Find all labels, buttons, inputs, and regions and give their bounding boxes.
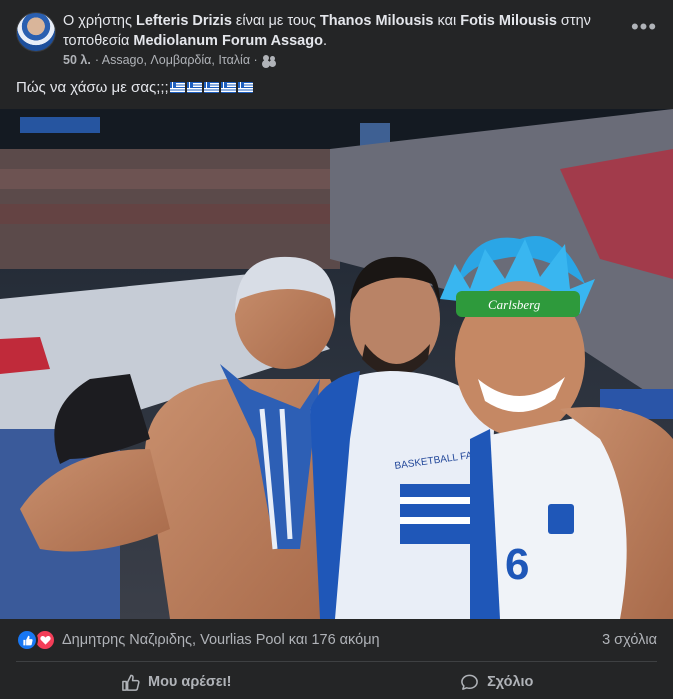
greece-flag-icon bbox=[237, 82, 253, 93]
reaction-icons[interactable] bbox=[16, 629, 56, 651]
headband-brand: Carlsberg bbox=[488, 297, 541, 312]
crowd-row bbox=[0, 204, 340, 224]
jersey-number: 6 bbox=[505, 540, 529, 589]
post-message-text: Πώς να χάσω με σας;;; bbox=[16, 79, 169, 96]
crowd-row bbox=[0, 169, 340, 189]
selfie-photo-illustration: BASKETBALL FAN Carlsberg 6 bbox=[0, 109, 673, 619]
author-avatar[interactable] bbox=[16, 12, 56, 52]
jersey-badge bbox=[548, 504, 574, 534]
friend-link-2[interactable]: Fotis Milousis bbox=[460, 13, 557, 29]
greece-flag-icon bbox=[169, 82, 185, 93]
actions-divider bbox=[16, 661, 657, 662]
friends-icon[interactable] bbox=[262, 54, 276, 66]
location-link[interactable]: Mediolanum Forum Assago bbox=[133, 33, 323, 49]
header-prefix: Ο χρήστης bbox=[63, 13, 136, 29]
greece-flag-icon bbox=[220, 82, 236, 93]
post-photo[interactable]: BASKETBALL FAN Carlsberg 6 bbox=[0, 109, 673, 619]
comments-count-link[interactable]: 3 σχόλια bbox=[602, 632, 657, 648]
post-message: Πώς να χάσω με σας;;; bbox=[16, 79, 253, 96]
like-button[interactable]: Μου αρέσει! bbox=[16, 665, 337, 699]
friend-link-1[interactable]: Thanos Milousis bbox=[320, 13, 434, 29]
post-actions: Μου αρέσει! Σχόλιο bbox=[16, 665, 657, 699]
with-text: είναι με τους bbox=[231, 13, 320, 29]
post-timestamp[interactable]: 50 λ. bbox=[63, 53, 91, 67]
greece-flag-icon bbox=[186, 82, 202, 93]
header-end: . bbox=[322, 33, 327, 49]
post-meta: 50 λ. · Assago, Λομβαρδία, Ιταλία · bbox=[63, 53, 276, 67]
more-options-button[interactable]: ••• bbox=[626, 16, 662, 43]
like-icon bbox=[16, 629, 38, 651]
post-place: · Assago, Λομβαρδία, Ιταλία · bbox=[94, 53, 258, 67]
author-name-link[interactable]: Lefteris Drizis bbox=[136, 13, 232, 29]
post-header: Ο χρήστης Lefteris Drizis είναι με τους … bbox=[0, 0, 673, 70]
post-header-text: Ο χρήστης Lefteris Drizis είναι με τους … bbox=[63, 11, 623, 51]
arena-screen bbox=[20, 117, 100, 133]
flag-stripe bbox=[400, 517, 470, 524]
jersey-greek-flag bbox=[400, 484, 470, 544]
comment-bubble-icon bbox=[461, 674, 478, 690]
and-text: και bbox=[433, 13, 461, 29]
comment-button[interactable]: Σχόλιο bbox=[337, 665, 658, 699]
flag-stripe bbox=[400, 497, 470, 504]
reactions-bar: Δημητρης Ναζιριδης, Vourlias Pool και 17… bbox=[16, 628, 657, 652]
reaction-summary[interactable]: Δημητρης Ναζιριδης, Vourlias Pool και 17… bbox=[62, 632, 380, 648]
comment-button-label: Σχόλιο bbox=[487, 674, 534, 690]
like-button-label: Μου αρέσει! bbox=[148, 674, 232, 690]
thumbs-up-icon bbox=[122, 674, 140, 691]
greece-flag-icon bbox=[203, 82, 219, 93]
greece-flag-emoji-group bbox=[169, 82, 253, 93]
